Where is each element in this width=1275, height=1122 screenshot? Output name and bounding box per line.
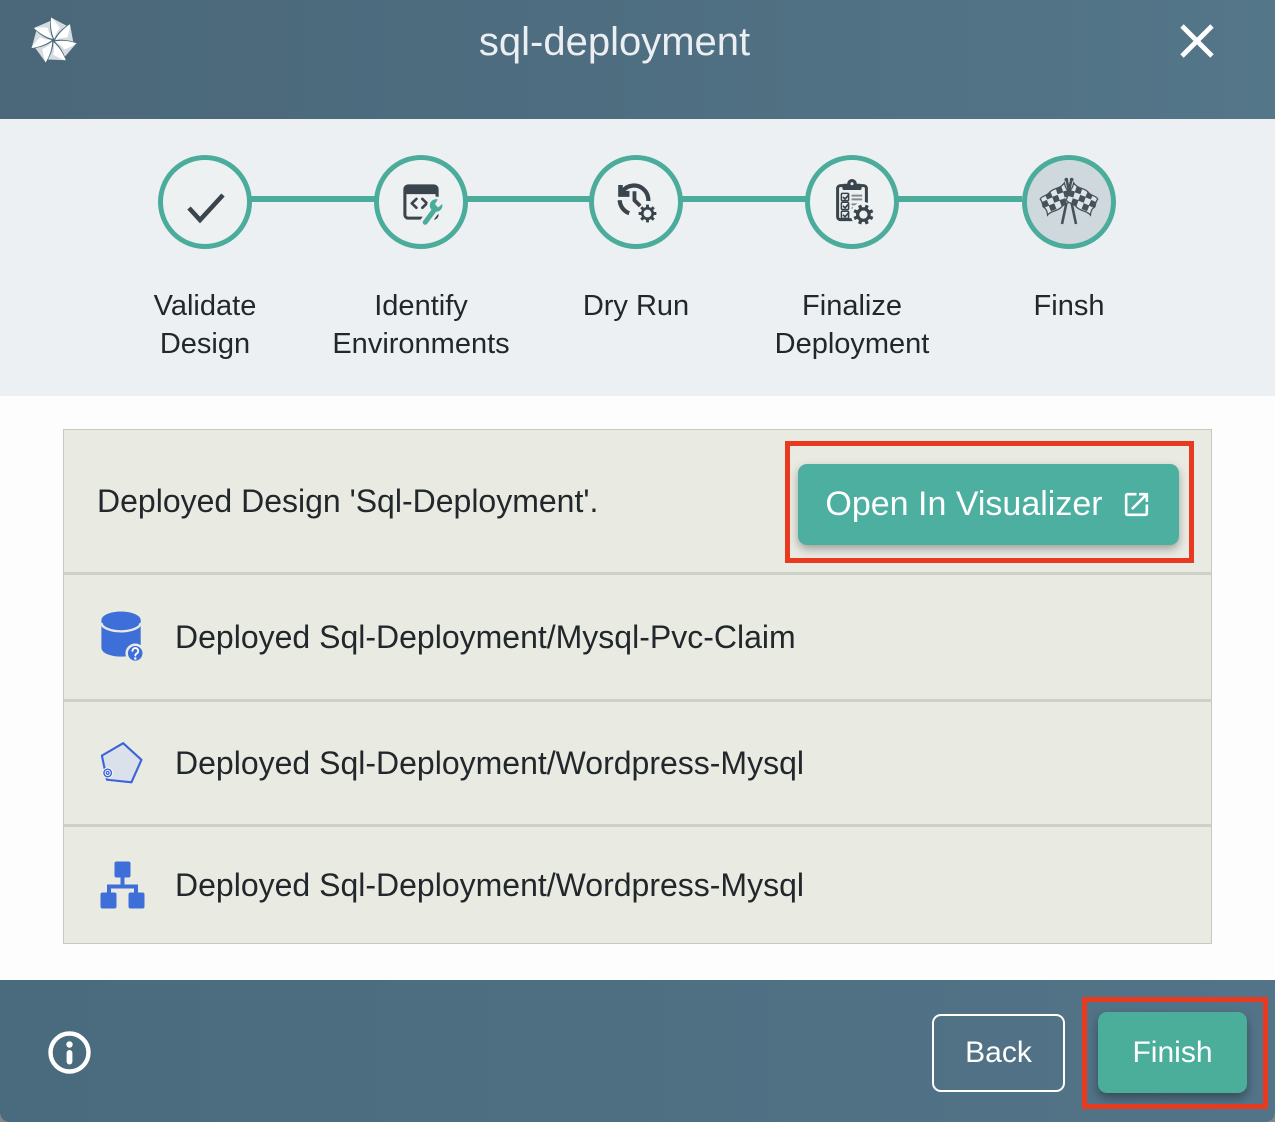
dialog-header: sql-deployment xyxy=(0,0,1275,119)
dialog-title: sql-deployment xyxy=(0,0,1275,84)
design-result-row: Deployed Design 'Sql-Deployment'. Open I… xyxy=(64,430,1211,572)
step-label: Finalize Deployment xyxy=(752,287,952,363)
result-row-text: Deployed Sql-Deployment/Wordpress-Mysql xyxy=(175,867,804,904)
step-label: Finsh xyxy=(969,287,1169,325)
pentagon-badge-icon xyxy=(99,735,145,791)
stepper: Validate Design Identify Environments Dr… xyxy=(0,119,1275,396)
result-row: Deployed Sql-Deployment/Wordpress-Mysql xyxy=(64,824,1211,943)
open-in-new-icon xyxy=(1121,489,1152,520)
deployment-dialog: sql-deployment xyxy=(0,0,1275,1122)
step-label: Dry Run xyxy=(536,287,736,325)
back-button[interactable]: Back xyxy=(932,1014,1065,1092)
close-icon[interactable] xyxy=(1178,22,1216,60)
check-icon xyxy=(180,177,230,227)
step-label: Identify Environments xyxy=(321,287,521,363)
stepper-connector xyxy=(467,196,590,202)
code-window-wrench-icon xyxy=(398,179,444,225)
step-circle-identify-environments[interactable] xyxy=(374,155,468,249)
dialog-footer xyxy=(0,980,1275,1122)
finish-button[interactable]: Finish xyxy=(1098,1012,1247,1093)
result-row-text: Deployed Sql-Deployment/Mysql-Pvc-Claim xyxy=(175,619,796,656)
result-row: Deployed Sql-Deployment/Mysql-Pvc-Claim xyxy=(64,572,1211,699)
open-in-visualizer-button[interactable]: Open In Visualizer xyxy=(798,464,1179,545)
database-question-icon xyxy=(99,609,145,665)
open-in-visualizer-label: Open In Visualizer xyxy=(825,485,1102,524)
hierarchy-icon xyxy=(99,857,145,913)
results-list: Deployed Design 'Sql-Deployment'. Open I… xyxy=(63,429,1212,944)
step-circle-finalize-deployment[interactable] xyxy=(805,155,899,249)
result-row-text: Deployed Sql-Deployment/Wordpress-Mysql xyxy=(175,745,804,782)
stepper-connector xyxy=(251,196,375,202)
clipboard-gear-icon xyxy=(828,178,876,226)
step-circle-finsh[interactable] xyxy=(1022,155,1116,249)
stepper-connector xyxy=(898,196,1022,202)
stepper-connector xyxy=(682,196,806,202)
checkered-flags-icon xyxy=(1036,177,1102,227)
info-icon[interactable] xyxy=(48,1031,91,1074)
result-row: Deployed Sql-Deployment/Wordpress-Mysql xyxy=(64,699,1211,824)
results-panel: Deployed Design 'Sql-Deployment'. Open I… xyxy=(0,396,1275,980)
step-circle-validate-design[interactable] xyxy=(158,155,252,249)
history-gear-icon xyxy=(613,179,659,225)
design-result-text: Deployed Design 'Sql-Deployment'. xyxy=(97,483,598,520)
step-label: Validate Design xyxy=(105,287,305,363)
step-circle-dry-run[interactable] xyxy=(589,155,683,249)
